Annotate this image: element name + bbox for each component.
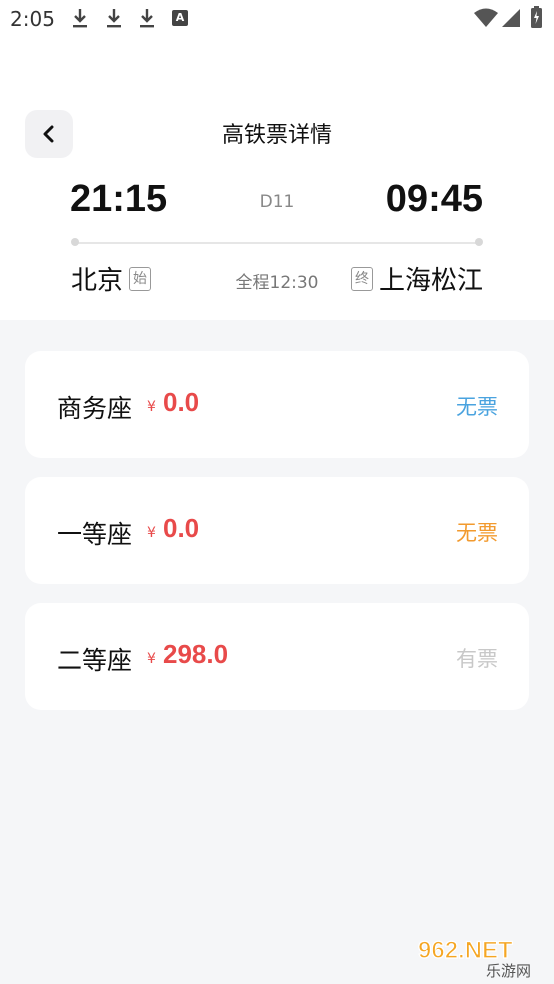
watermark-text: 962.NET (418, 937, 513, 964)
seat-card[interactable]: 商务座 ¥ 0.0 无票 (25, 351, 529, 458)
download-icon (107, 9, 121, 28)
watermark-subtext: 乐游网 (486, 962, 531, 978)
destination-name: 上海松江 (378, 266, 483, 296)
destination-station: 终 上海松江 (345, 260, 483, 297)
signal-icon (502, 9, 520, 27)
seat-name: 商务座 (57, 394, 133, 423)
download-icon (140, 9, 154, 28)
seat-price: 0.0 (163, 513, 200, 543)
seat-name: 一等座 (57, 520, 133, 549)
availability-status: 有票 (456, 647, 498, 671)
destination-tag: 终 (350, 266, 373, 291)
download-icon (73, 9, 87, 28)
wifi-icon (474, 8, 498, 27)
seat-card[interactable]: 二等座 ¥ 298.0 有票 (25, 603, 529, 710)
page-title: 高铁票详情 (221, 123, 332, 148)
currency-symbol: ¥ (147, 525, 156, 541)
seat-name: 二等座 (57, 646, 133, 675)
currency-symbol: ¥ (147, 651, 156, 667)
currency-symbol: ¥ (147, 399, 156, 415)
route-end-dot (475, 238, 483, 246)
seat-price: 0.0 (163, 387, 200, 417)
availability-status: 无票 (456, 521, 498, 545)
route-line (74, 242, 479, 244)
status-time: 2:05 (10, 7, 55, 31)
availability-status: 无票 (456, 395, 498, 419)
seat-price: 298.0 (163, 639, 229, 669)
site-watermark: 962.NET 乐游网 (417, 936, 531, 978)
battery-icon (531, 6, 542, 28)
seat-card[interactable]: 一等座 ¥ 0.0 无票 (25, 477, 529, 584)
status-bar: 2:05 A (0, 0, 554, 36)
route-start-dot (71, 238, 79, 246)
arrival-time: 09:45 (385, 178, 483, 220)
a-icon: A (172, 10, 188, 26)
